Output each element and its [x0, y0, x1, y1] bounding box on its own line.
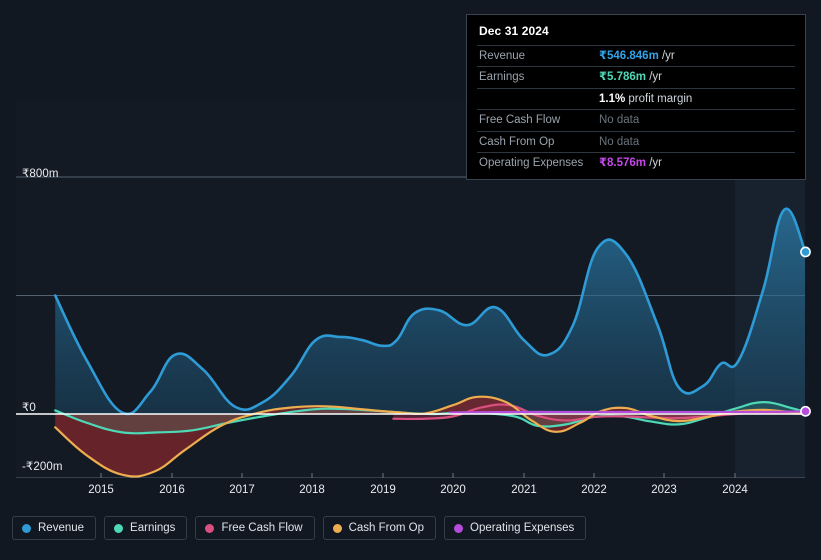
- operating-expenses-line: [448, 410, 805, 414]
- data-tooltip: Dec 31 2024 Revenue ₹546.846m /yr Earnings…: [466, 14, 806, 181]
- tooltip-values-table: Revenue ₹546.846m /yr Earnings ₹5.786m /yr 1…: [477, 45, 795, 173]
- tooltip-row: 1.1% profit margin: [477, 88, 795, 109]
- legend-item-label: Cash From Op: [348, 522, 425, 534]
- tooltip-row-value: No data: [599, 114, 640, 127]
- legend-color-swatch-icon: [205, 523, 215, 533]
- x-axis-tick-label: 2021: [511, 484, 537, 496]
- tooltip-row-label: [477, 88, 597, 109]
- legend-color-swatch-icon: [454, 523, 464, 533]
- tooltip-date: Dec 31 2024: [479, 24, 549, 38]
- tooltip-row-value: ₹5.786m /yr: [599, 71, 662, 84]
- legend-color-swatch-icon: [114, 523, 124, 533]
- legend-item-operating-expenses[interactable]: Operating Expenses: [444, 516, 587, 540]
- legend-item-label: Revenue: [38, 522, 85, 534]
- tooltip-row: Free Cash Flow No data: [477, 109, 795, 131]
- y-axis-tick-label: ₹800m: [22, 168, 59, 180]
- x-axis-tick-label: 2015: [88, 484, 114, 496]
- operating-expenses-endpoint-marker: [800, 405, 811, 417]
- x-axis-tick-label: 2016: [159, 484, 185, 496]
- legend-item-label: Operating Expenses: [470, 522, 575, 534]
- tooltip-row-label: Earnings: [479, 71, 525, 84]
- legend-item-label: Earnings: [130, 522, 176, 534]
- x-axis-tick-label: 2023: [651, 484, 677, 496]
- tooltip-row-label: Cash From Op: [479, 135, 555, 148]
- tooltip-row-value: No data: [599, 135, 640, 148]
- x-axis-tick-label: 2024: [722, 484, 748, 496]
- tooltip-row-value: ₹8.576m /yr: [599, 156, 662, 169]
- x-axis-tick-label: 2020: [440, 484, 466, 496]
- legend-color-swatch-icon: [332, 523, 342, 533]
- financial-performance-chart: ₹800m ₹0 -₹200m 2015 2016 2017 2018 2019 2020 20…: [0, 0, 821, 560]
- y-axis-tick-label: ₹0: [22, 402, 36, 414]
- x-axis-tick-label: 2017: [229, 484, 255, 496]
- legend-item-label: Free Cash Flow: [221, 522, 303, 534]
- chart-legend: Revenue Earnings Free Cash Flow Cash From O…: [0, 508, 821, 548]
- tooltip-row: Cash From Op No data: [477, 131, 795, 152]
- legend-item-free-cash-flow[interactable]: Free Cash Flow: [195, 516, 315, 540]
- legend-item-earnings[interactable]: Earnings: [104, 516, 188, 540]
- x-axis-tick-label: 2018: [299, 484, 325, 496]
- tooltip-row-label: Operating Expenses: [479, 156, 584, 169]
- tooltip-row: Operating Expenses ₹8.576m /yr: [477, 152, 795, 173]
- tooltip-row-value: 1.1% profit margin: [599, 92, 693, 105]
- x-axis-tick-label: 2019: [370, 484, 396, 496]
- tooltip-row-label: Revenue: [479, 50, 526, 62]
- tooltip-row-label: Free Cash Flow: [479, 114, 561, 127]
- x-axis-tick-label: 2022: [581, 484, 607, 496]
- legend-item-revenue[interactable]: Revenue: [12, 516, 97, 540]
- tooltip-row: Earnings ₹5.786m /yr: [477, 66, 795, 88]
- y-axis-tick-label: -₹200m: [22, 461, 63, 473]
- legend-item-cash-from-op[interactable]: Cash From Op: [322, 516, 437, 540]
- legend-color-swatch-icon: [22, 523, 31, 533]
- tooltip-row-value: ₹546.846m /yr: [599, 50, 675, 62]
- revenue-endpoint-marker: [800, 246, 811, 258]
- tooltip-row: Revenue ₹546.846m /yr: [477, 45, 795, 67]
